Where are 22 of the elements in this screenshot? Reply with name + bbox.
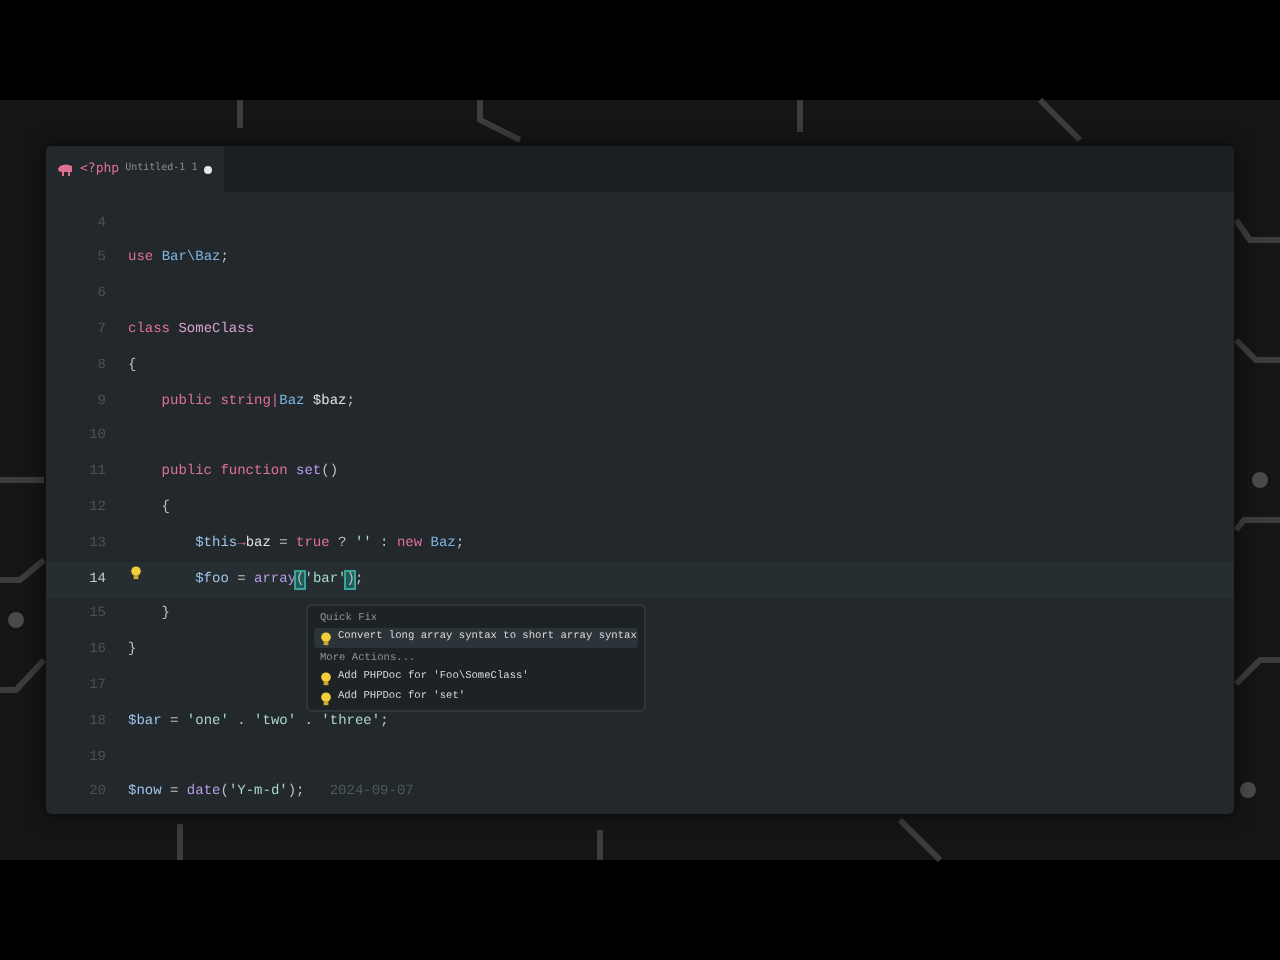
lightbulb-icon[interactable]: [130, 565, 142, 580]
lightbulb-icon[interactable]: [320, 691, 332, 705]
circuit-trace: [1233, 517, 1280, 532]
circuit-pad: [8, 612, 24, 628]
circuit-pad: [1240, 782, 1256, 798]
lightbulb-icon[interactable]: [320, 671, 332, 685]
circuit-trace: [0, 477, 44, 483]
lightbulb-icon[interactable]: [320, 631, 332, 645]
circuit-trace: [0, 657, 47, 693]
circuit-pad: [1252, 472, 1268, 488]
elephant-icon: [58, 163, 74, 175]
circuit-trace: [1037, 97, 1083, 143]
circuit-trace: [177, 824, 183, 860]
circuit-trace: [477, 100, 522, 143]
circuit-trace: [897, 817, 943, 863]
circuit-trace: [597, 830, 603, 860]
circuit-trace: [1233, 218, 1280, 243]
circuit-trace: [1233, 657, 1280, 687]
circuit-trace: [0, 557, 46, 583]
circuit-trace: [237, 100, 243, 128]
circuit-trace: [797, 100, 803, 132]
circuit-trace: [1233, 337, 1280, 363]
